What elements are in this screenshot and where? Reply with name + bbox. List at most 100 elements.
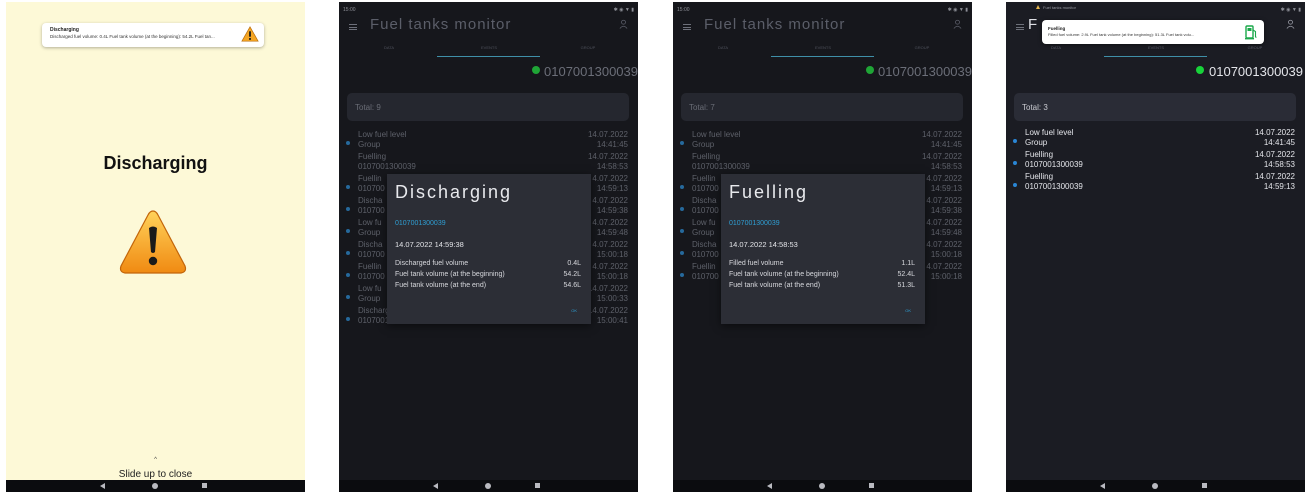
event-source: 010700	[692, 206, 719, 215]
event-name: Discha	[692, 240, 717, 249]
tab-data[interactable]: DATA	[354, 45, 424, 50]
row-label: Fuel tank volume (at the beginning)	[729, 271, 839, 278]
event-item[interactable]: Low fuel level Group 14.07.2022 14:41:45	[1006, 128, 1305, 150]
event-dot	[1013, 139, 1017, 143]
dialog-row: Fuel tank volume (at the beginning) 52.4L	[729, 271, 915, 278]
event-time: 15:00:33	[596, 294, 628, 303]
dialog-device-id[interactable]: 0107001300039	[395, 220, 446, 227]
event-item[interactable]: Fuelling 0107001300039 14.07.2022 14:58:53	[673, 152, 972, 174]
tab-events[interactable]: EVENTS	[454, 45, 524, 50]
row-label: Fuel tank volume (at the beginning)	[395, 271, 505, 278]
menu-icon[interactable]	[349, 24, 357, 30]
event-dot	[680, 229, 684, 233]
warning-icon	[241, 26, 259, 42]
row-value: 0.4L	[567, 260, 581, 267]
user-icon[interactable]	[953, 19, 962, 29]
event-dot	[1013, 183, 1017, 187]
home-icon[interactable]	[1152, 483, 1158, 489]
event-source: Group	[692, 140, 715, 149]
tab-group[interactable]: GROUP	[887, 45, 957, 50]
navigation-bar	[673, 480, 972, 492]
back-icon[interactable]	[433, 483, 438, 489]
tab-indicator	[1104, 56, 1207, 57]
tab-group[interactable]: GROUP	[553, 45, 623, 50]
home-icon[interactable]	[152, 483, 158, 489]
event-item[interactable]: Fuelling 0107001300039 14.07.2022 14:59:13	[1006, 172, 1305, 194]
event-time: 14:59:13	[596, 184, 628, 193]
tab-events[interactable]: EVENTS	[1121, 45, 1191, 50]
event-time: 14:41:45	[1263, 138, 1295, 147]
event-details-dialog: Discharging 0107001300039 14.07.2022 14:…	[387, 174, 591, 324]
dialog-timestamp: 14.07.2022 14:58:53	[729, 240, 798, 249]
event-source: Group	[358, 228, 381, 237]
event-name: Low fu	[358, 284, 382, 293]
menu-icon[interactable]	[683, 24, 691, 30]
event-time: 15:00:18	[596, 272, 628, 281]
tab-events[interactable]: EVENTS	[788, 45, 858, 50]
back-icon[interactable]	[767, 483, 772, 489]
recents-icon[interactable]	[202, 483, 207, 488]
dialog-row: Filled fuel volume 1.1L	[729, 260, 915, 267]
event-date: 4.07.2022	[592, 218, 628, 227]
event-name: Fuellin	[358, 262, 382, 271]
event-date: 14.07.2022	[921, 152, 962, 161]
dialog-title: Discharging	[395, 182, 513, 202]
event-dot	[346, 185, 350, 189]
ok-button[interactable]: OK	[571, 308, 577, 313]
menu-icon[interactable]	[1016, 24, 1024, 30]
dialog-row: Fuel tank volume (at the end) 51.3L	[729, 282, 915, 289]
event-source: Group	[1025, 138, 1048, 147]
event-time: 14:59:38	[930, 206, 962, 215]
event-time: 15:00:18	[930, 250, 962, 259]
app-title: Fuel tanks monitor	[704, 16, 846, 33]
app-title: F	[1028, 16, 1038, 33]
event-name: Discha	[358, 196, 383, 205]
event-date: 4.07.2022	[592, 240, 628, 249]
device-id[interactable]: 0107001300039	[544, 64, 638, 79]
dialog-device-id[interactable]: 0107001300039	[729, 220, 780, 227]
home-icon[interactable]	[485, 483, 491, 489]
event-date: 14.07.2022	[587, 284, 628, 293]
user-icon[interactable]	[619, 19, 628, 29]
back-icon[interactable]	[100, 483, 105, 489]
alert-title: Discharging	[103, 153, 208, 173]
row-value: 1.1L	[901, 260, 915, 267]
event-date: 4.07.2022	[926, 218, 962, 227]
event-name: Fuelling	[1025, 172, 1054, 181]
events-screen-with-notification: Fuel tanks monitor ✱ ◉ ▼ ▮ F DATA EVENTS…	[1006, 2, 1305, 492]
event-item[interactable]: Fuelling 0107001300039 14.07.2022 14:58:53	[339, 152, 638, 174]
event-item[interactable]: Fuelling 0107001300039 14.07.2022 14:58:53	[1006, 150, 1305, 172]
event-time: 15:00:18	[930, 272, 962, 281]
tab-data[interactable]: DATA	[1021, 45, 1091, 50]
recents-icon[interactable]	[1202, 483, 1207, 488]
event-time: 14:59:38	[596, 206, 628, 215]
device-id[interactable]: 0107001300039	[1209, 64, 1303, 79]
tab-group[interactable]: GROUP	[1220, 45, 1290, 50]
discharging-notification[interactable]: Discharging Discharged fuel volume: 0.4L…	[42, 23, 264, 47]
event-source: 0107001300039	[358, 162, 416, 171]
chevron-up-icon: ^	[154, 457, 157, 463]
slide-to-close-hint[interactable]: Slide up to close	[6, 469, 305, 480]
event-name: Low fu	[358, 218, 382, 227]
back-icon[interactable]	[1100, 483, 1105, 489]
row-value: 54.6L	[563, 282, 581, 289]
event-dot	[346, 207, 350, 211]
notification-title: Discharging	[50, 27, 79, 33]
ok-button[interactable]: OK	[905, 308, 911, 313]
event-item[interactable]: Low fuel level Group 14.07.2022 14:41:45	[673, 130, 972, 152]
recents-icon[interactable]	[535, 483, 540, 488]
fuelling-notification[interactable]: Fuelling Filled fuel volume: 2.9L Fuel t…	[1042, 20, 1264, 44]
event-source: Group	[358, 294, 381, 303]
tab-data[interactable]: DATA	[688, 45, 758, 50]
event-time: 14:58:53	[596, 162, 628, 171]
home-icon[interactable]	[819, 483, 825, 489]
row-value: 51.3L	[897, 282, 915, 289]
user-icon[interactable]	[1286, 19, 1295, 29]
device-id[interactable]: 0107001300039	[878, 64, 972, 79]
event-item[interactable]: Low fuel level Group 14.07.2022 14:41:45	[339, 130, 638, 152]
row-value: 52.4L	[897, 271, 915, 278]
recents-icon[interactable]	[869, 483, 874, 488]
event-source: 010700	[358, 250, 385, 259]
navigation-bar	[1006, 480, 1305, 492]
event-time: 14:58:53	[930, 162, 962, 171]
